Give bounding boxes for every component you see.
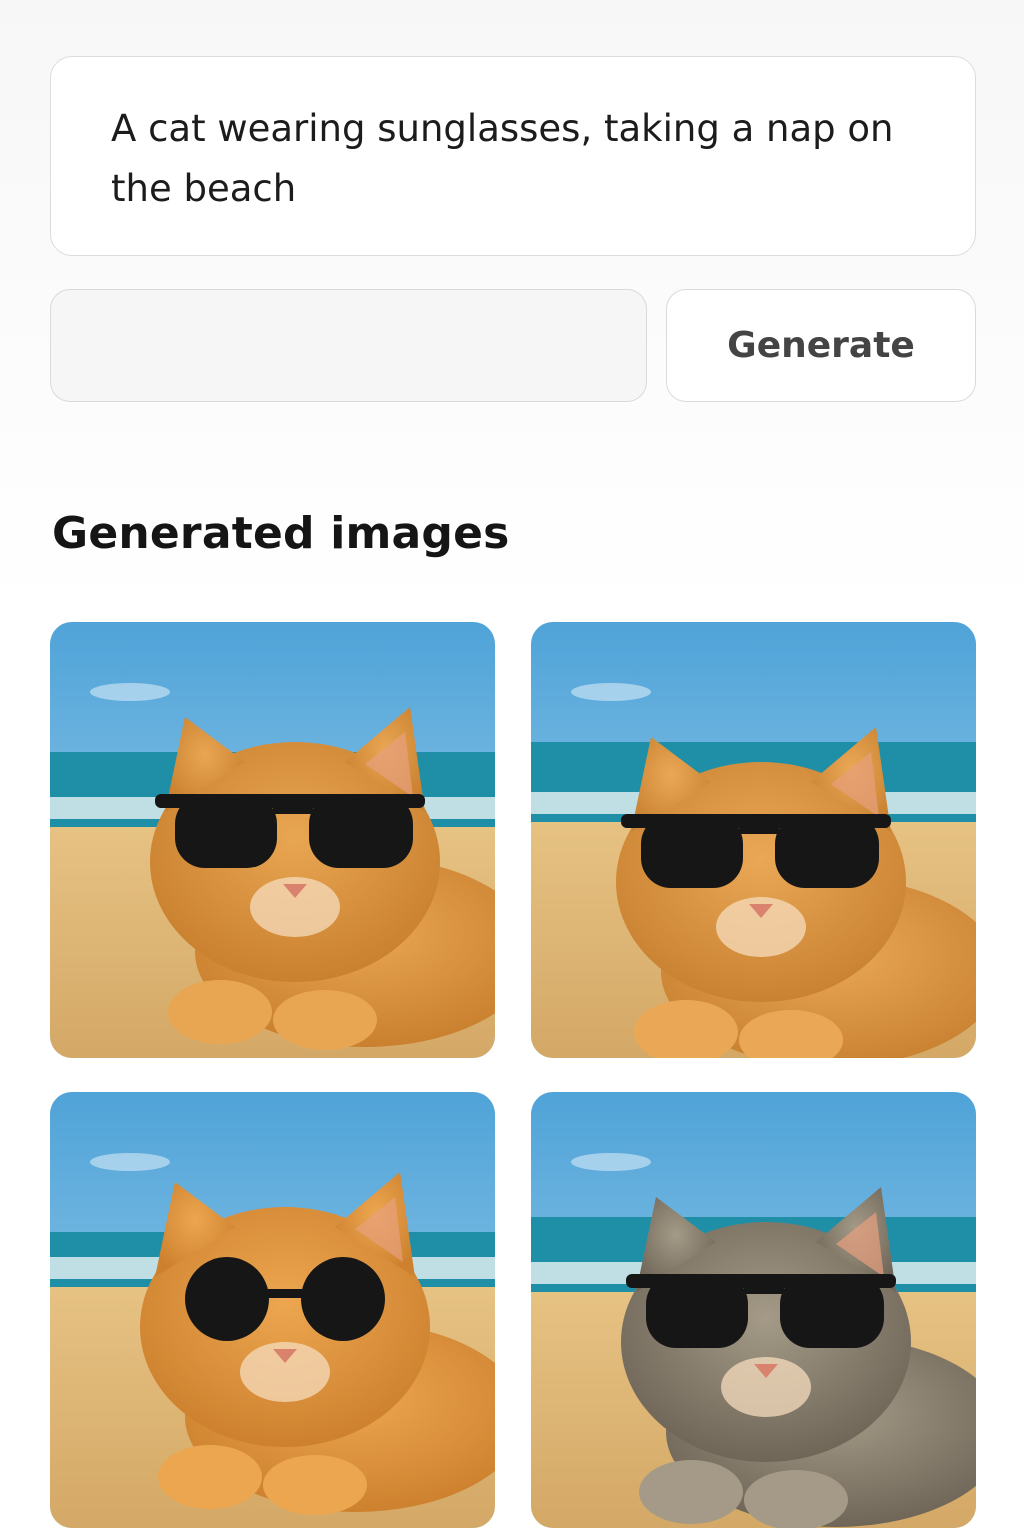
generate-button-label: Generate [727, 325, 915, 366]
generated-image-1[interactable] [50, 622, 495, 1058]
cat-beach-illustration [531, 1092, 976, 1528]
image-generator-page: A cat wearing sunglasses, taking a nap o… [0, 0, 1024, 1536]
generated-image-2[interactable] [531, 622, 976, 1058]
prompt-text: A cat wearing sunglasses, taking a nap o… [111, 107, 894, 210]
generated-image-3[interactable] [50, 1092, 495, 1528]
generated-image-4[interactable] [531, 1092, 976, 1528]
prompt-textarea[interactable]: A cat wearing sunglasses, taking a nap o… [50, 56, 976, 256]
cat-beach-illustration [531, 622, 976, 1058]
generated-images-heading: Generated images [52, 508, 510, 559]
cat-beach-illustration [50, 622, 495, 1058]
secondary-input-field[interactable] [50, 289, 647, 402]
cat-beach-illustration [50, 1092, 495, 1528]
generate-button[interactable]: Generate [666, 289, 976, 402]
